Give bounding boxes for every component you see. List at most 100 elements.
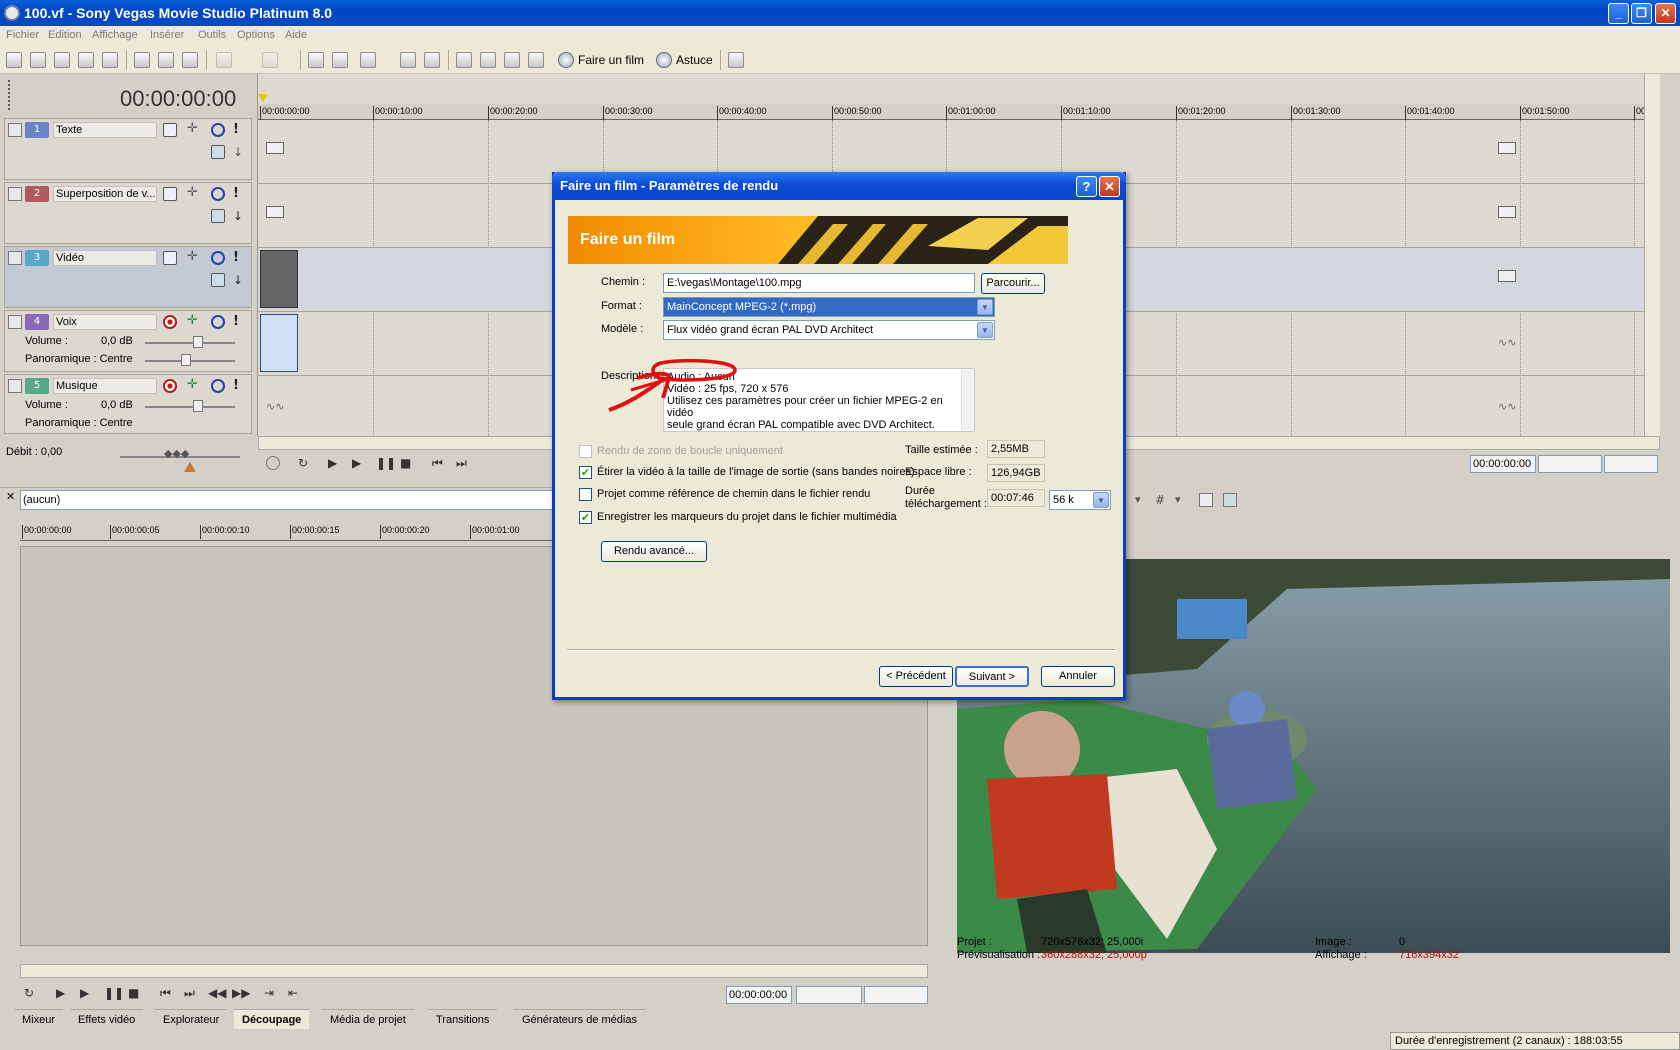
cancel-button[interactable]: Annuler [1041,666,1115,687]
render-movie-button[interactable]: Faire un film [558,51,644,69]
format-select[interactable]: MainConcept MPEG-2 (*.mpg) ▼ [663,297,995,317]
app-icon[interactable] [4,5,20,21]
collapse-button[interactable] [8,187,22,201]
envelope-tool-icon[interactable] [480,52,496,68]
menu-affichage[interactable]: Affichage [92,29,138,41]
tab-decoupage[interactable]: Découpage [234,1009,310,1029]
arrow-down-icon[interactable]: ↓ [233,209,247,223]
solo-icon[interactable]: ! [233,251,247,265]
help-icon[interactable] [728,52,744,68]
playhead-icon[interactable] [258,94,268,102]
zoom-tool-icon[interactable] [528,52,544,68]
browse-button[interactable]: Parcourir... [981,273,1045,294]
close-button[interactable]: ✕ [1655,3,1676,24]
add-from-cursor-icon[interactable]: ⇤ [288,986,302,1000]
go-to-start-icon[interactable]: ⏮ [432,456,446,470]
event-marker-icon[interactable] [1498,142,1516,154]
record-arm-icon[interactable] [163,315,177,329]
copy-snapshot-icon[interactable] [1199,493,1213,507]
event-marker-icon[interactable] [1498,270,1516,282]
menu-inserer[interactable]: Insérer [150,29,184,41]
tab-media-projet[interactable]: Média de projet [322,1009,414,1029]
compositing-icon[interactable] [163,123,177,137]
stop-icon[interactable]: ■ [128,986,142,1000]
tip-button[interactable]: Astuce [656,51,713,69]
tab-mixeur[interactable]: Mixeur [14,1009,64,1029]
collapse-button[interactable] [8,123,22,137]
motion-icon[interactable]: ✛ [187,250,201,265]
solo-icon[interactable]: ! [233,315,247,329]
menu-fichier[interactable]: Fichier [6,29,39,41]
solo-icon[interactable]: ! [233,123,247,137]
track-voix[interactable]: 4 Voix ✛ ! Volume : 0,0 dB Panoramique :… [4,310,252,372]
track-video[interactable]: 3 Vidéo ✛ ! ↓ [4,246,252,308]
compositing-icon[interactable] [163,187,177,201]
cut-icon[interactable] [134,52,150,68]
snap-icon[interactable] [332,52,348,68]
trimmer-selection-field[interactable] [796,986,862,1004]
close-icon[interactable]: ✕ [6,490,15,503]
solo-icon[interactable]: ! [233,187,247,201]
track-name[interactable]: Texte [53,122,157,138]
template-select[interactable]: Flux vidéo grand écran PAL DVD Architect… [663,320,995,340]
selection-tool-icon[interactable] [504,52,520,68]
loop-start-field[interactable] [1538,455,1602,473]
menu-options[interactable]: Options [237,29,275,41]
new-icon[interactable] [6,52,22,68]
undo-icon[interactable] [216,52,232,68]
arrow-down-icon[interactable]: ↓ [233,145,247,159]
chevron-down-icon[interactable]: ▼ [977,322,993,338]
add-to-timeline-icon[interactable]: ⇥ [264,986,278,1000]
track-superposition[interactable]: 2 Superposition de v... ✛ ! ↓ [4,182,252,244]
audio-clip[interactable] [260,314,298,372]
volume-slider-thumb[interactable] [193,336,203,348]
path-input[interactable]: E:\vegas\Montage\100.mpg [663,273,975,293]
tab-explorateur[interactable]: Explorateur [155,1009,228,1029]
description-scrollbar[interactable] [961,370,973,430]
redo-icon[interactable] [262,52,278,68]
crossfade-icon[interactable] [360,52,376,68]
volume-slider-thumb[interactable] [193,400,203,412]
solo-icon[interactable]: ! [233,379,247,393]
tab-transitions[interactable]: Transitions [428,1009,498,1029]
play-icon[interactable]: ▶ [80,986,94,1000]
collapse-button[interactable] [8,315,22,329]
arrow-down-icon[interactable]: ↓ [233,273,247,287]
dropdown-icon[interactable]: ▾ [1135,493,1149,507]
help-button[interactable]: ? [1076,176,1097,197]
go-to-start-icon[interactable]: ⏮ [160,986,174,1000]
trimmer-source-dropdown[interactable]: (aucun) [20,490,560,510]
loop-length-field[interactable] [1604,455,1658,473]
bitrate-select[interactable]: 56 k ▼ [1049,490,1111,510]
open-icon[interactable] [30,52,46,68]
play-from-start-icon[interactable]: ▶ [328,456,342,470]
save-snapshot-icon[interactable] [1223,493,1237,507]
track-name[interactable]: Voix [53,314,157,330]
minimize-button[interactable]: _ [1608,3,1629,24]
record-arm-icon[interactable] [163,379,177,393]
track-name[interactable]: Musique [53,378,157,394]
compositing-icon[interactable] [163,251,177,265]
previous-button[interactable]: < Précédent [879,666,953,687]
mute-icon[interactable] [211,123,225,137]
next-button[interactable]: Suivant > [955,666,1029,687]
mute-icon[interactable] [211,379,225,393]
event-marker-icon[interactable] [1498,206,1516,218]
mute-icon[interactable] [211,251,225,265]
menu-aide[interactable]: Aide [285,29,307,41]
burn-icon[interactable] [102,52,118,68]
volume-slider[interactable] [145,406,235,408]
grid-icon[interactable]: # [1155,493,1169,507]
copy-icon[interactable] [158,52,174,68]
normal-edit-tool-icon[interactable] [456,52,472,68]
mute-icon[interactable] [211,187,225,201]
checkbox-project-reference[interactable] [579,488,592,501]
motion-icon[interactable]: ✛ [187,186,201,201]
go-to-end-icon[interactable]: ⏭ [456,456,470,470]
advanced-render-button[interactable]: Rendu avancé... [601,541,707,562]
collapse-button[interactable] [8,251,22,265]
track-name[interactable]: Vidéo [53,250,157,266]
motion-icon[interactable]: ✛ [187,122,201,137]
event-marker-icon[interactable] [266,142,284,154]
pan-slider-thumb[interactable] [181,354,191,366]
